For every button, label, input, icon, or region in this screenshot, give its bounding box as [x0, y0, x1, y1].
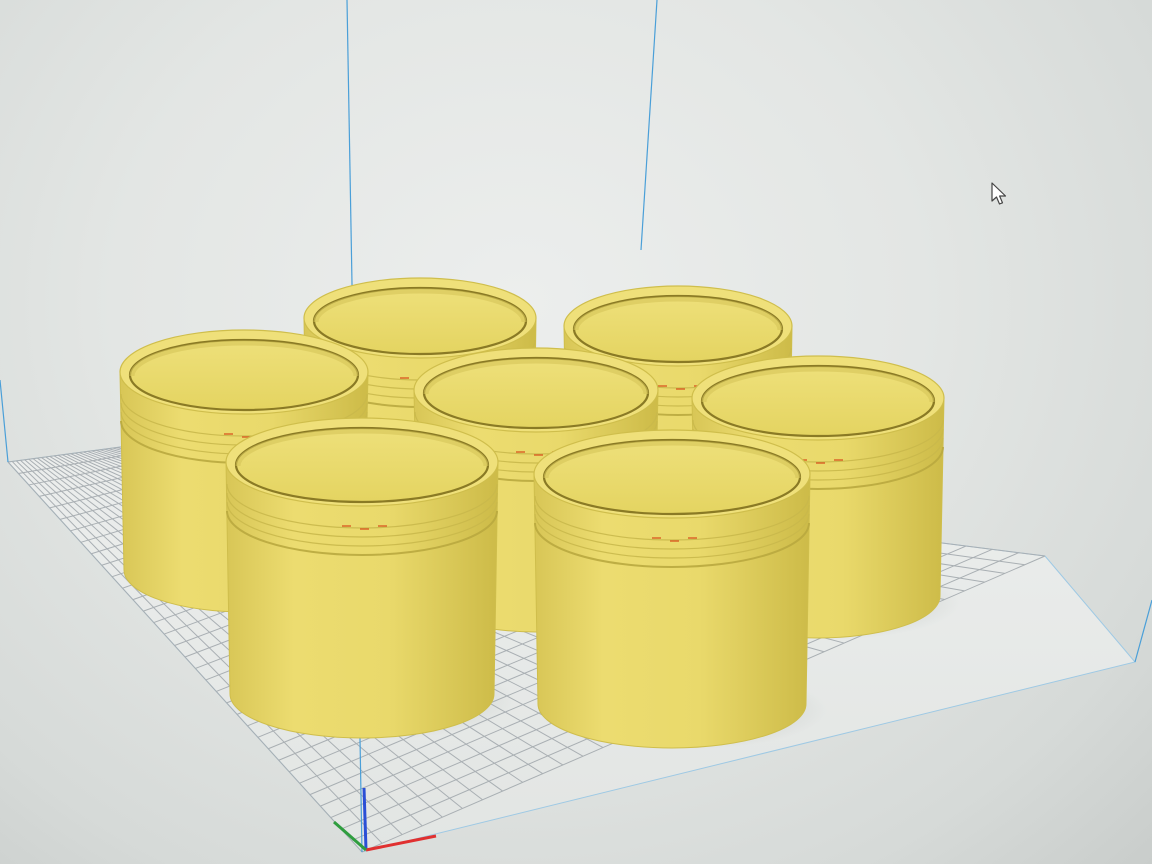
print-scene[interactable] — [0, 0, 1152, 864]
volume-edge-back — [640, 0, 658, 251]
jar-front-right[interactable] — [533, 429, 827, 750]
axis-z — [362, 787, 368, 851]
jar-front-left[interactable] — [225, 417, 515, 740]
mouse-pointer-icon — [991, 182, 1007, 205]
3d-viewport[interactable] — [0, 0, 1152, 864]
volume-edge-left — [0, 379, 9, 463]
volume-edge-right — [1134, 599, 1152, 663]
